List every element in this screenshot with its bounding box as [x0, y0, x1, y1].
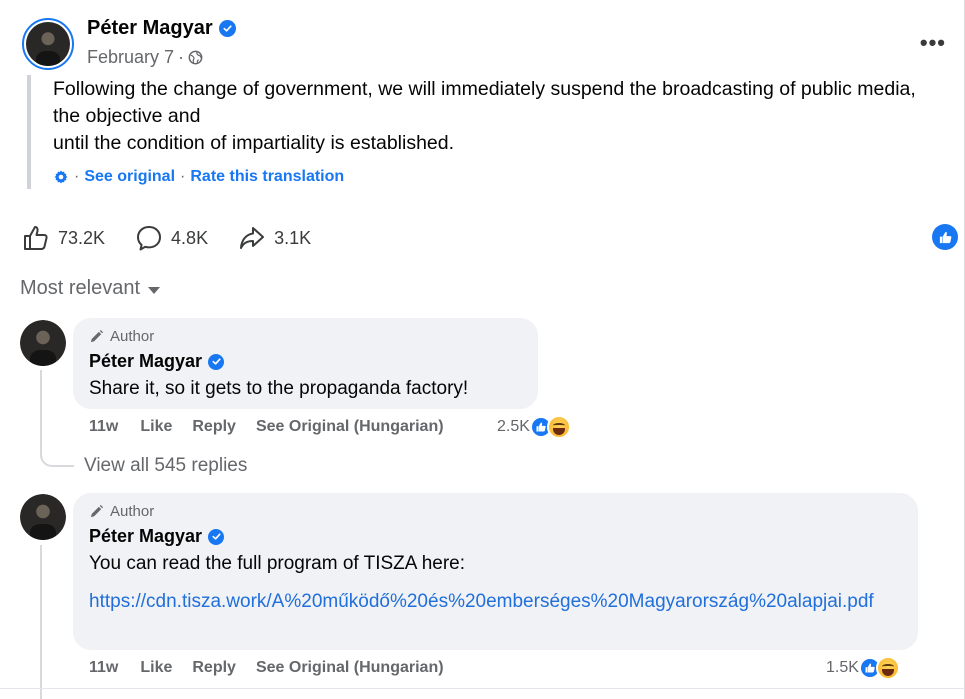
- post-text: Following the change of government, we w…: [53, 76, 947, 157]
- post-meta: February 7 ·: [87, 47, 203, 68]
- globe-icon: [188, 50, 203, 65]
- comment-text: Share it, so it gets to the propaganda f…: [89, 378, 469, 399]
- program-link[interactable]: https://cdn.tisza.work/A%20működő%20és%2…: [89, 587, 902, 616]
- verified-badge-icon: [218, 20, 236, 37]
- comment-count: 4.8K: [171, 227, 209, 248]
- see-original-link[interactable]: See original: [84, 168, 175, 186]
- rate-translation-link[interactable]: Rate this translation: [190, 168, 344, 186]
- verified-badge-icon: [208, 353, 225, 370]
- pencil-icon: [90, 504, 104, 518]
- gear-icon: [54, 170, 68, 184]
- comment-reply-button[interactable]: Reply: [192, 659, 236, 677]
- author-avatar[interactable]: [22, 18, 74, 70]
- reaction-count: 2.5K: [497, 418, 530, 435]
- comment-actions: 11w Like Reply See Original (Hungarian): [89, 659, 464, 677]
- verified-badge-icon: [208, 528, 225, 545]
- view-replies-link[interactable]: View all 545 replies: [84, 455, 247, 477]
- post-date[interactable]: February 7: [87, 47, 174, 68]
- more-options-button[interactable]: •••: [920, 30, 946, 56]
- post-author-name[interactable]: Péter Magyar: [87, 17, 213, 40]
- reply-thread-line: [40, 370, 74, 467]
- translation-row: · See original · Rate this translation: [53, 168, 947, 186]
- meta-separator: ·: [178, 47, 185, 67]
- comment-sort-dropdown[interactable]: Most relevant: [20, 277, 161, 300]
- comment-reactions[interactable]: 1.5K: [826, 656, 900, 680]
- post-body: Following the change of government, we w…: [27, 75, 947, 189]
- like-count: 73.2K: [58, 227, 106, 248]
- sort-label: Most relevant: [20, 277, 141, 299]
- translation-separator: ·: [74, 168, 80, 185]
- comment-reply-button[interactable]: Reply: [192, 418, 236, 436]
- share-count: 3.1K: [274, 227, 312, 248]
- comment-actions: 11w Like Reply See Original (Hungarian): [89, 418, 464, 436]
- comment-button[interactable]: 4.8K: [135, 224, 208, 252]
- haha-reaction-icon: [875, 656, 900, 680]
- divider: [0, 688, 965, 689]
- post-actions: 73.2K 4.8K 3.1K: [22, 222, 962, 254]
- comment-time[interactable]: 11w: [89, 418, 118, 436]
- comment-icon: [137, 226, 162, 251]
- translation-separator: ·: [180, 168, 186, 185]
- comment-author[interactable]: Péter Magyar: [89, 526, 902, 547]
- like-button[interactable]: 73.2K: [22, 224, 105, 252]
- haha-reaction-icon: [546, 415, 571, 439]
- comment-like-button[interactable]: Like: [140, 418, 172, 436]
- post-author[interactable]: Péter Magyar: [87, 17, 236, 40]
- facebook-post: Péter Magyar February 7 · ••• Following …: [0, 0, 965, 699]
- post-text-line: Following the change of government, we w…: [53, 78, 916, 127]
- like-reaction-icon[interactable]: [932, 224, 958, 250]
- commenter-avatar[interactable]: [20, 320, 66, 366]
- comment-bubble: Author Péter Magyar You can read the ful…: [73, 493, 918, 650]
- author-tag-label: Author: [110, 328, 155, 345]
- reaction-count: 1.5K: [826, 659, 859, 676]
- comment-time[interactable]: 11w: [89, 659, 118, 677]
- share-icon: [240, 227, 265, 249]
- comment-author-name[interactable]: Péter Magyar: [89, 351, 202, 372]
- commenter-avatar[interactable]: [20, 494, 66, 540]
- comment-see-original-link[interactable]: See Original (Hungarian): [256, 659, 444, 677]
- pencil-icon: [90, 329, 104, 343]
- author-tag: Author: [89, 503, 902, 520]
- post-text-line: until the condition of impartiality is e…: [53, 132, 455, 154]
- comment-author[interactable]: Péter Magyar: [89, 351, 522, 372]
- caret-down-icon: [148, 286, 161, 294]
- comment-author-name[interactable]: Péter Magyar: [89, 526, 202, 547]
- comment-text: You can read the full program of TISZA h…: [89, 553, 466, 574]
- comment-reactions[interactable]: 2.5K: [497, 415, 571, 439]
- reply-thread-line: [40, 545, 42, 699]
- thumbs-up-icon: [24, 226, 48, 250]
- comment-bubble: Author Péter Magyar Share it, so it gets…: [73, 318, 538, 409]
- share-button[interactable]: 3.1K: [238, 224, 311, 252]
- author-tag-label: Author: [110, 503, 155, 520]
- author-tag: Author: [89, 328, 522, 345]
- comment-like-button[interactable]: Like: [140, 659, 172, 677]
- comment-see-original-link[interactable]: See Original (Hungarian): [256, 418, 444, 436]
